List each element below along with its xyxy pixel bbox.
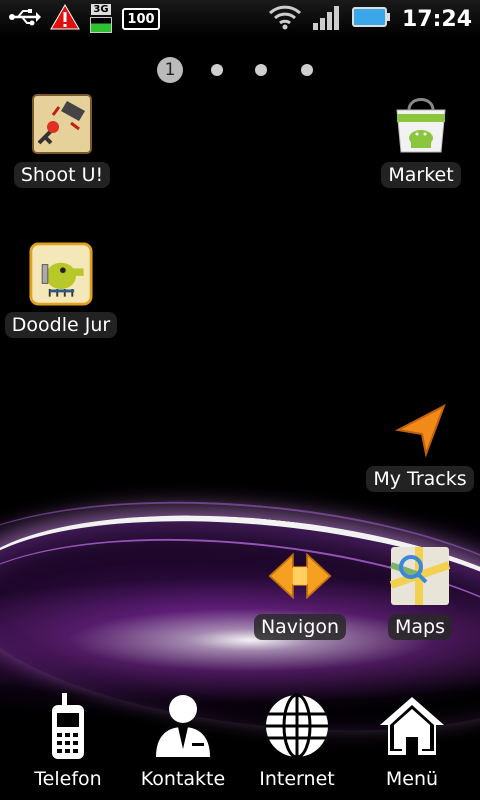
wifi-icon	[268, 3, 302, 35]
3g-data-icon: 3G	[88, 4, 114, 34]
maps-icon	[388, 544, 452, 608]
dock-item-telefon[interactable]: Telefon	[8, 690, 128, 790]
warning-icon	[50, 3, 80, 35]
doodle-jump-icon	[29, 242, 93, 306]
app-label: Shoot U!	[13, 162, 111, 188]
dock-item-internet[interactable]: Internet	[237, 690, 357, 790]
globe-icon	[263, 690, 331, 762]
signal-icon	[312, 3, 342, 35]
shoot-u-icon	[30, 92, 94, 156]
app-shoot-u[interactable]: Shoot U!	[13, 92, 111, 188]
battery-icon	[351, 5, 392, 33]
network-type-label: 3G	[91, 4, 111, 15]
app-label: Market	[381, 162, 461, 188]
dock-label: Menü	[385, 768, 439, 790]
usb-icon	[8, 6, 42, 32]
app-maps[interactable]: Maps	[382, 544, 458, 640]
app-my-tracks[interactable]: My Tracks	[366, 396, 474, 492]
battery-100-icon: 100	[122, 8, 160, 30]
dock-item-kontakte[interactable]: Kontakte	[123, 690, 243, 790]
app-label: Doodle Jur	[4, 312, 118, 338]
app-label: My Tracks	[366, 466, 474, 492]
app-doodle-jump[interactable]: Doodle Jur	[4, 242, 118, 338]
dock-label: Kontakte	[140, 768, 226, 790]
phone-icon	[48, 690, 88, 762]
page-indicator-active[interactable]: 1	[157, 57, 183, 83]
home-screen: 3G 100 17:24 1 Shoot U! Market Doodle Ju…	[0, 0, 480, 800]
app-market[interactable]: Market	[376, 92, 466, 188]
page-indicator[interactable]: 1	[157, 57, 313, 83]
dock: Telefon Kontakte Internet Menü	[0, 690, 480, 800]
dock-item-menu[interactable]: Menü	[352, 690, 472, 790]
contacts-icon	[154, 690, 212, 762]
page-indicator-dot[interactable]	[301, 64, 313, 76]
dock-label: Internet	[259, 768, 335, 790]
page-indicator-dot[interactable]	[255, 64, 267, 76]
data-bar	[90, 17, 112, 33]
page-indicator-dot[interactable]	[211, 64, 223, 76]
app-label: Maps	[388, 614, 452, 640]
app-label: Navigon	[253, 614, 347, 640]
home-icon	[378, 690, 446, 762]
my-tracks-icon	[388, 396, 452, 460]
navigon-icon	[268, 544, 332, 608]
status-clock: 17:24	[401, 6, 472, 32]
status-bar[interactable]: 3G 100 17:24	[0, 0, 480, 38]
market-icon	[389, 92, 453, 156]
app-navigon[interactable]: Navigon	[253, 544, 347, 640]
dock-label: Telefon	[34, 768, 102, 790]
